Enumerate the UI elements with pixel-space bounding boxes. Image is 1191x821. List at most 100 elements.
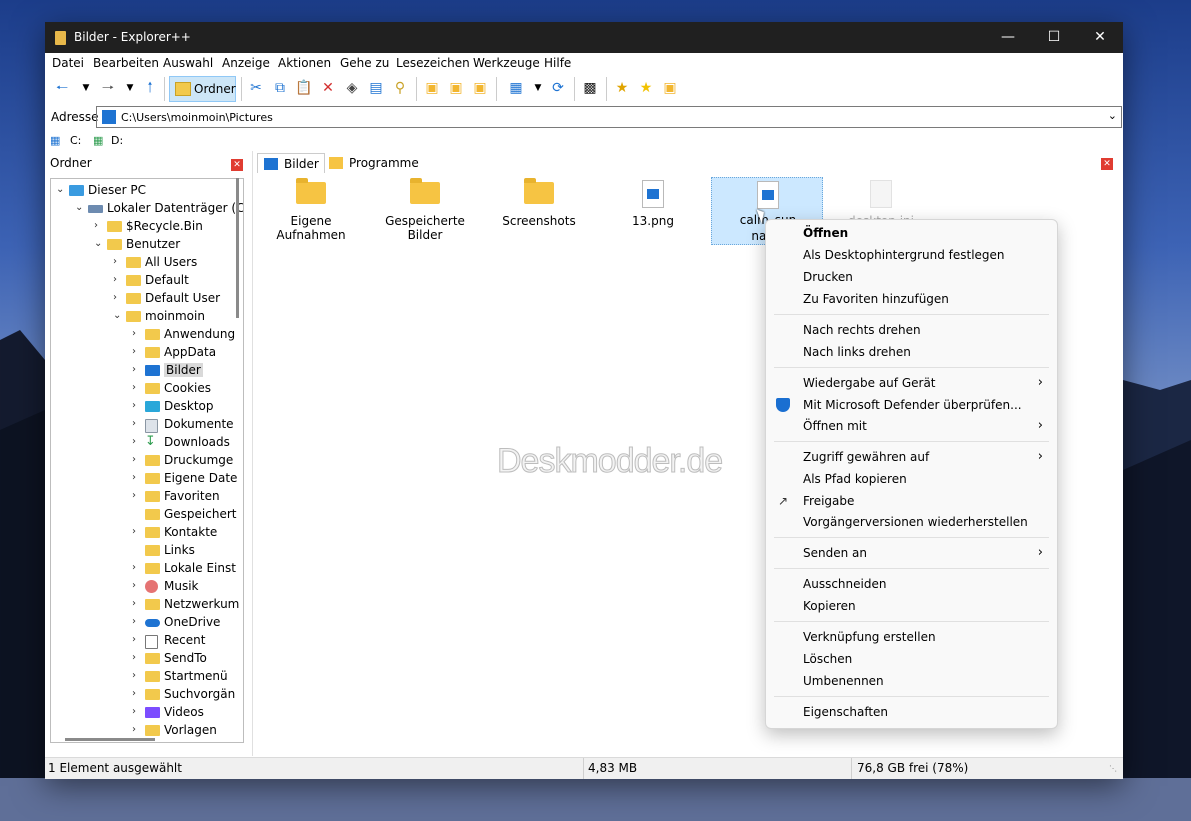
views-icon[interactable]: ▦ — [507, 79, 525, 97]
list-item[interactable]: Screenshots — [483, 177, 595, 245]
menu-item-cut[interactable]: Ausschneiden — [803, 574, 1043, 594]
collapse-icon[interactable]: ⌄ — [56, 184, 64, 195]
expand-icon[interactable]: › — [94, 220, 98, 231]
menu-bearbeiten[interactable]: Bearbeiten — [93, 56, 159, 70]
menu-item-copy-path[interactable]: Als Pfad kopieren — [803, 469, 1043, 489]
menu-item-add-favorites[interactable]: Zu Favoriten hinzufügen — [803, 289, 1043, 309]
menu-item-cast-to-device[interactable]: Wiedergabe auf Gerät › — [803, 373, 1043, 393]
new-folder-icon[interactable]: ▣ — [423, 79, 441, 97]
chevron-down-icon[interactable]: ⌄ — [1108, 109, 1117, 122]
folders-toggle-button[interactable]: Ordner — [169, 76, 236, 102]
menu-werkzeuge[interactable]: Werkzeuge — [473, 56, 540, 70]
resize-grip-icon[interactable]: ⋱ — [1109, 764, 1117, 773]
close-tab-icon[interactable]: ✕ — [1101, 158, 1113, 170]
search-folder-icon[interactable]: ⚲ — [391, 79, 409, 97]
collapse-icon[interactable]: ⌄ — [75, 202, 83, 213]
list-item[interactable]: Gespeicherte Bilder — [369, 177, 481, 245]
menu-item-previous-versions[interactable]: Vorgängerversionen wiederherstellen — [803, 512, 1043, 532]
expand-icon[interactable]: › — [132, 454, 136, 465]
properties-icon[interactable]: ▤ — [367, 79, 385, 97]
menu-item-open-with[interactable]: Öffnen mit › — [803, 416, 1043, 436]
forward-dropdown-icon[interactable]: ▼ — [121, 79, 139, 97]
close-button[interactable]: ✕ — [1077, 22, 1123, 53]
menu-item-create-shortcut[interactable]: Verknüpfung erstellen — [803, 627, 1043, 647]
cut-icon[interactable]: ✂ — [247, 79, 265, 97]
expand-icon[interactable]: › — [113, 256, 117, 267]
drive-c[interactable]: C: — [70, 134, 81, 147]
bookmarks-icon[interactable]: ★ — [637, 79, 655, 97]
menu-item-copy[interactable]: Kopieren — [803, 596, 1043, 616]
expand-icon[interactable]: › — [132, 418, 136, 429]
new-tab-folder-icon[interactable]: ▣ — [661, 79, 679, 97]
menu-item-send-to[interactable]: Senden an › — [803, 543, 1043, 563]
command-prompt-icon[interactable]: ▩ — [581, 79, 599, 97]
tree-vertical-scrollbar[interactable] — [236, 178, 239, 318]
list-item[interactable]: Eigene Aufnahmen — [255, 177, 367, 245]
menu-hilfe[interactable]: Hilfe — [544, 56, 571, 70]
collapse-icon[interactable]: ⌄ — [94, 238, 102, 249]
bookmark-add-icon[interactable]: ★ — [613, 79, 631, 97]
expand-icon[interactable]: › — [132, 652, 136, 663]
menu-item-print[interactable]: Drucken — [803, 267, 1043, 287]
collapse-icon[interactable]: ⌄ — [113, 310, 121, 321]
tab-programme[interactable]: Programme — [323, 153, 419, 173]
expand-icon[interactable]: › — [132, 616, 136, 627]
expand-icon[interactable]: › — [132, 400, 136, 411]
menu-gehe-zu[interactable]: Gehe zu — [340, 56, 389, 70]
expand-icon[interactable]: › — [113, 292, 117, 303]
expand-icon[interactable]: › — [132, 688, 136, 699]
expand-icon[interactable]: › — [132, 706, 136, 717]
expand-icon[interactable]: › — [132, 472, 136, 483]
copy-to-folder-icon[interactable]: ▣ — [447, 79, 465, 97]
expand-icon[interactable]: › — [132, 382, 136, 393]
expand-icon[interactable]: › — [132, 364, 136, 375]
expand-icon[interactable]: › — [132, 562, 136, 573]
menu-item-rotate-right[interactable]: Nach rechts drehen — [803, 320, 1043, 340]
menu-item-give-access[interactable]: Zugriff gewähren auf › — [803, 447, 1043, 467]
expand-icon[interactable]: › — [132, 346, 136, 357]
expand-icon[interactable]: › — [113, 274, 117, 285]
back-icon[interactable]: 🠐 — [53, 79, 71, 97]
tree-horizontal-scrollbar[interactable] — [65, 738, 155, 741]
expand-icon[interactable]: › — [132, 490, 136, 501]
menu-item-open[interactable]: Öffnen — [803, 223, 1043, 243]
copy-icon[interactable]: ⧉ — [271, 79, 289, 97]
expand-icon[interactable]: › — [132, 526, 136, 537]
list-item[interactable]: 13.png — [597, 177, 709, 245]
music-icon — [145, 580, 158, 593]
menu-item-delete[interactable]: Löschen — [803, 649, 1043, 669]
back-dropdown-icon[interactable]: ▼ — [77, 79, 95, 97]
expand-icon[interactable]: › — [132, 724, 136, 735]
menu-item-defender-scan[interactable]: Mit Microsoft Defender überprüfen... — [803, 395, 1043, 415]
refresh-icon[interactable]: ⟳ — [549, 79, 567, 97]
tab-bilder[interactable]: Bilder — [257, 153, 325, 174]
expand-icon[interactable]: › — [132, 670, 136, 681]
menu-item-set-wallpaper[interactable]: Als Desktophintergrund festlegen — [803, 245, 1043, 265]
menu-aktionen[interactable]: Aktionen — [278, 56, 331, 70]
views-dropdown-icon[interactable]: ▼ — [529, 79, 547, 97]
move-to-folder-icon[interactable]: ▣ — [471, 79, 489, 97]
up-icon[interactable]: 🠑 — [141, 79, 159, 97]
delete-icon[interactable]: ✕ — [319, 79, 337, 97]
menu-lesezeichen[interactable]: Lesezeichen — [396, 56, 470, 70]
address-input[interactable]: C:\Users\moinmoin\Pictures ⌄ — [96, 106, 1122, 128]
menu-item-share[interactable]: Freigabe — [803, 491, 1043, 511]
delete-permanently-icon[interactable]: ◈ — [343, 79, 361, 97]
menu-anzeige[interactable]: Anzeige — [222, 56, 270, 70]
menu-item-properties[interactable]: Eigenschaften — [803, 702, 1043, 722]
drive-d[interactable]: D: — [111, 134, 123, 147]
maximize-button[interactable]: ☐ — [1031, 22, 1077, 53]
minimize-button[interactable]: — — [985, 22, 1031, 53]
menu-item-rename[interactable]: Umbenennen — [803, 671, 1043, 691]
expand-icon[interactable]: › — [132, 328, 136, 339]
paste-icon[interactable]: 📋 — [295, 79, 313, 97]
expand-icon[interactable]: › — [132, 634, 136, 645]
menu-auswahl[interactable]: Auswahl — [163, 56, 213, 70]
forward-icon[interactable]: 🠒 — [99, 79, 117, 97]
close-pane-icon[interactable]: ✕ — [231, 159, 243, 171]
menu-item-rotate-left[interactable]: Nach links drehen — [803, 342, 1043, 362]
expand-icon[interactable]: › — [132, 580, 136, 591]
expand-icon[interactable]: › — [132, 436, 136, 447]
expand-icon[interactable]: › — [132, 598, 136, 609]
menu-datei[interactable]: Datei — [52, 56, 84, 70]
